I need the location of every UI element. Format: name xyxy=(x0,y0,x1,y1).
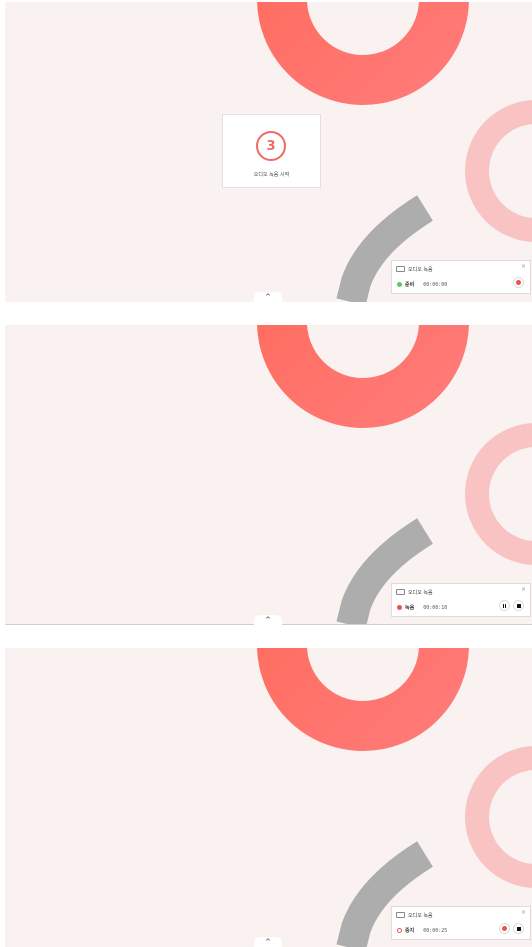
slide-panel-3: 오디오 녹음 × 중지 00:00:25 xyxy=(5,648,532,947)
stop-button[interactable] xyxy=(513,923,524,934)
collapse-toggle[interactable]: ^ xyxy=(254,937,282,947)
collapse-toggle[interactable]: ^ xyxy=(254,615,282,625)
status-text: 중지 xyxy=(405,928,415,934)
recorder-status: 녹음 00:00:10 xyxy=(397,604,447,611)
green-dot-icon xyxy=(397,282,402,287)
pause-icon xyxy=(503,603,506,608)
elapsed-time: 00:00:00 xyxy=(423,281,448,288)
stop-icon xyxy=(516,926,521,931)
pink-ring xyxy=(465,423,532,565)
chevron-up-icon: ^ xyxy=(265,292,271,301)
record-icon xyxy=(516,280,521,285)
slide-decoration xyxy=(257,325,532,625)
status-text: 녹음 xyxy=(405,605,415,611)
record-icon xyxy=(502,926,507,931)
elapsed-time: 00:00:10 xyxy=(423,604,448,611)
close-icon[interactable]: × xyxy=(521,586,526,593)
recorder-widget: 오디오 녹음 × 중지 00:00:25 xyxy=(391,906,531,940)
hollow-red-dot-icon xyxy=(397,928,402,933)
record-button[interactable] xyxy=(513,277,524,288)
red-dot-icon xyxy=(397,605,402,610)
red-ring xyxy=(257,648,469,751)
chevron-up-icon: ^ xyxy=(265,937,271,946)
pink-ring xyxy=(465,746,532,888)
red-ring xyxy=(257,325,469,428)
audio-icon xyxy=(396,912,405,918)
record-button[interactable] xyxy=(499,923,510,934)
pink-ring xyxy=(465,100,532,242)
audio-icon xyxy=(396,266,405,272)
countdown-label: 오디오 녹음 시작 xyxy=(253,172,290,178)
chevron-up-icon: ^ xyxy=(265,615,271,624)
slide-panel-2: 오디오 녹음 × 녹음 00:00:10 xyxy=(5,325,532,625)
recorder-title: 오디오 녹음 xyxy=(408,912,433,919)
slide-panel-1: 3 오디오 녹음 시작 오디오 녹음 × 준비 00:00:00 xyxy=(5,2,532,302)
close-icon[interactable]: × xyxy=(521,909,526,916)
recorder-title: 오디오 녹음 xyxy=(408,266,433,273)
slide-decoration xyxy=(257,648,532,947)
countdown-card: 3 오디오 녹음 시작 xyxy=(222,114,321,188)
recorder-status: 중지 00:00:25 xyxy=(397,927,447,934)
recorder-header: 오디오 녹음 xyxy=(396,265,433,273)
recorder-widget: 오디오 녹음 × 준비 00:00:00 xyxy=(391,260,531,294)
stop-icon xyxy=(516,603,521,608)
recorder-title: 오디오 녹음 xyxy=(408,589,433,596)
recorder-status: 준비 00:00:00 xyxy=(397,281,447,288)
status-text: 준비 xyxy=(405,282,415,288)
pause-button[interactable] xyxy=(499,600,510,611)
elapsed-time: 00:00:25 xyxy=(423,927,448,934)
recorder-header: 오디오 녹음 xyxy=(396,588,433,596)
countdown-number: 3 xyxy=(256,131,286,161)
recorder-header: 오디오 녹음 xyxy=(396,911,433,919)
stop-button[interactable] xyxy=(513,600,524,611)
red-ring xyxy=(257,2,469,105)
audio-icon xyxy=(396,589,405,595)
close-icon[interactable]: × xyxy=(521,263,526,270)
collapse-toggle[interactable]: ^ xyxy=(254,292,282,302)
recorder-widget: 오디오 녹음 × 녹음 00:00:10 xyxy=(391,583,531,617)
